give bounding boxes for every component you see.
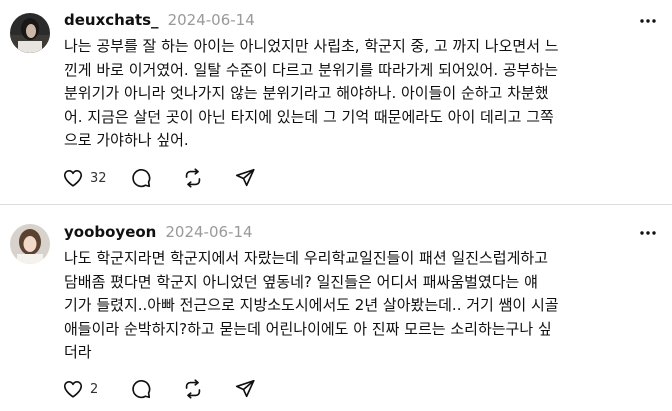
like-count: 2 (90, 381, 99, 397)
avatar[interactable] (10, 13, 50, 53)
post-text: 나는 공부를 잘 하는 아이는 아니었지만 사립초, 학군지 중, 고 까지 나… (64, 35, 664, 153)
more-horizontal-icon (640, 231, 656, 235)
post-actions: 32 (62, 166, 256, 190)
send-icon (235, 379, 255, 398)
post-date: 2024-06-14 (167, 11, 255, 29)
post-actions: 2 (62, 377, 256, 401)
post-text-line: 애들이라 순박하지?하고 묻는데 어린나이에도 아 진짜 모르는 소리하는구나 … (64, 319, 552, 338)
post-header: yooboyeon 2024-06-14 (64, 222, 253, 242)
comment-icon (132, 380, 151, 399)
repost-icon (185, 168, 201, 188)
post-text-line: 낀게 바로 이거였어. 일탈 수준이 다르고 분위기를 따라가게 되어있어. 공… (64, 60, 559, 79)
post-header: deuxchats_ 2024-06-14 (64, 10, 255, 30)
post-date: 2024-06-14 (165, 223, 253, 241)
send-icon (235, 168, 255, 187)
like-button[interactable]: 32 (62, 166, 130, 190)
like-count: 32 (90, 170, 107, 186)
share-button[interactable] (234, 166, 256, 190)
post-text-line: 으로 가야하나 싶어. (64, 131, 189, 149)
post-text-line: 분위기가 아니라 엇나가지 않는 분위기라고 해야하나. 아이들이 순하고 차분… (64, 84, 549, 102)
comment-button[interactable] (130, 377, 182, 401)
more-options-button[interactable] (638, 11, 658, 31)
repost-button[interactable] (182, 166, 234, 190)
comment-icon (132, 169, 151, 188)
post-divider (0, 204, 672, 205)
post-text-line: 기가 들렸지..아빠 전근으로 지방소도시에서도 2년 살아봤는데.. 거기 쌤… (64, 296, 559, 314)
more-options-button[interactable] (638, 223, 658, 243)
share-button[interactable] (234, 377, 256, 401)
avatar[interactable] (10, 224, 50, 264)
comment-button[interactable] (130, 166, 182, 190)
more-horizontal-icon (640, 19, 656, 23)
post-text-line: 어. 지금은 살던 곳이 아닌 타지에 있는데 그 기억 때문에라도 아이 데리… (64, 107, 554, 126)
thread-feed: deuxchats_ 2024-06-14 나는 공부를 잘 하는 아이는 아니… (0, 0, 672, 411)
post-item: deuxchats_ 2024-06-14 나는 공부를 잘 하는 아이는 아니… (0, 0, 672, 204)
post-item: yooboyeon 2024-06-14 나도 학군지라면 학군지에서 자랐는데… (0, 206, 672, 411)
like-button[interactable]: 2 (62, 377, 130, 401)
username[interactable]: yooboyeon (64, 223, 156, 241)
repost-button[interactable] (182, 377, 234, 401)
username[interactable]: deuxchats_ (64, 11, 159, 29)
post-text-line: 담배좀 폈다면 학군지 아니었던 옆동네? 일진들은 어디서 패싸움벌였다는 얘 (64, 272, 538, 291)
post-text: 나도 학군지라면 학군지에서 자랐는데 우리학교일진들이 패션 일진스럽게하고 … (64, 247, 664, 365)
heart-icon (63, 170, 83, 187)
post-text-line: 나도 학군지라면 학군지에서 자랐는데 우리학교일진들이 패션 일진스럽게하고 (64, 249, 549, 267)
post-text-line: 더라 (64, 343, 92, 361)
repost-icon (185, 379, 201, 399)
post-text-line: 나는 공부를 잘 하는 아이는 아니었지만 사립초, 학군지 중, 고 까지 나… (64, 37, 559, 55)
heart-icon (63, 381, 83, 398)
